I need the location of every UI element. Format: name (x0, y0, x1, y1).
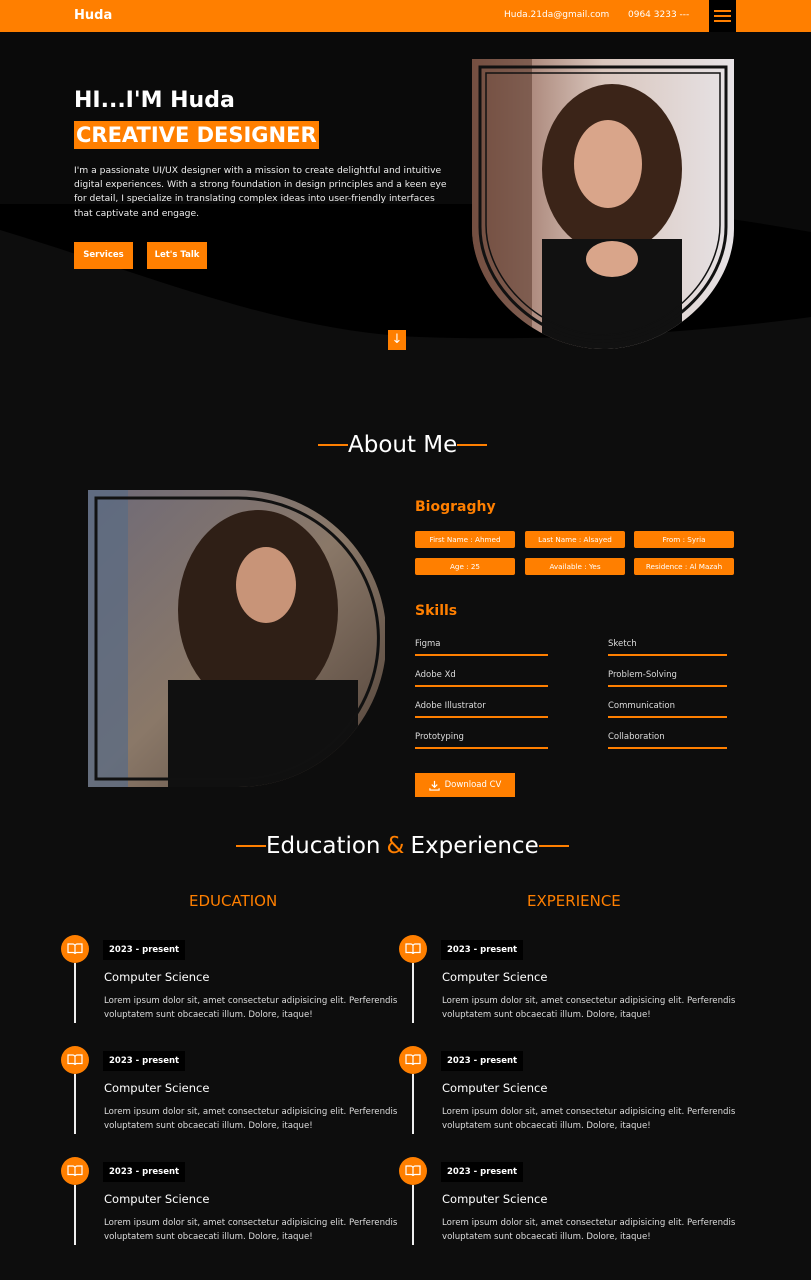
about-portrait-image (88, 490, 385, 787)
skill-label: Communication (608, 701, 675, 711)
timeline-title: Computer Science (104, 1192, 210, 1206)
bio-chip: From : Syria (634, 531, 734, 548)
bio-chip: Age : 25 (415, 558, 515, 575)
lets-talk-button[interactable]: Let's Talk (147, 242, 207, 269)
skill-label: Prototyping (415, 732, 464, 742)
skill-bar (415, 685, 548, 687)
skill-bar (608, 685, 727, 687)
resume-title-part2: Experience (410, 833, 539, 859)
hero-greeting: HI...I'M Huda (74, 88, 235, 113)
timeline-line (412, 1074, 414, 1134)
skill-bar (608, 716, 727, 718)
about-title-text: About Me (348, 432, 458, 458)
timeline-line (74, 963, 76, 1023)
book-icon (399, 935, 427, 963)
services-button[interactable]: Services (74, 242, 133, 269)
hero-portrait-image (472, 59, 734, 349)
education-heading: EDUCATION (189, 892, 278, 910)
timeline-date: 2023 - present (103, 1162, 186, 1182)
timeline-title: Computer Science (442, 1192, 548, 1206)
bio-chip: Last Name : Alsayed (525, 531, 625, 548)
book-icon (61, 935, 89, 963)
skill-bar (608, 747, 727, 749)
timeline-line (412, 963, 414, 1023)
book-icon (399, 1046, 427, 1074)
hero-role: CREATIVE DESIGNER (74, 121, 319, 149)
timeline-description: Lorem ipsum dolor sit, amet consectetur … (104, 1218, 398, 1242)
timeline-description: Lorem ipsum dolor sit, amet consectetur … (104, 996, 398, 1020)
timeline-date: 2023 - present (441, 1051, 524, 1071)
skill-bar (415, 747, 548, 749)
timeline-date: 2023 - present (103, 1051, 186, 1071)
nav-email[interactable]: Huda.21da@gmail.com (504, 10, 609, 20)
skill-label: Collaboration (608, 732, 665, 742)
biography-heading: Biograghy (415, 499, 496, 515)
hero-description: I'm a passionate UI/UX designer with a m… (74, 165, 447, 219)
skills-heading: Skills (415, 603, 458, 619)
resume-title-part1: Education (266, 833, 381, 859)
timeline-title: Computer Science (104, 970, 210, 984)
skill-label: Adobe Xd (415, 670, 456, 680)
timeline-description: Lorem ipsum dolor sit, amet consectetur … (442, 1218, 736, 1242)
skill-bar (608, 654, 727, 656)
resume-title-amp: & (386, 833, 405, 859)
timeline-line (412, 1185, 414, 1245)
book-icon (61, 1157, 89, 1185)
timeline-title: Computer Science (104, 1081, 210, 1095)
skill-bar (415, 654, 548, 656)
timeline-line (74, 1074, 76, 1134)
resume-section-title: Education & Experience (236, 833, 569, 859)
bio-chip: Available : Yes (525, 558, 625, 575)
top-nav (0, 0, 811, 32)
nav-phone[interactable]: 0964 3233 --- (628, 10, 689, 20)
skill-label: Adobe Illustrator (415, 701, 486, 711)
title-decor-line (236, 845, 266, 847)
logo[interactable]: Huda (74, 8, 112, 23)
title-decor-line (538, 845, 569, 847)
skill-label: Problem-Solving (608, 670, 677, 680)
skill-label: Figma (415, 639, 441, 649)
download-icon (428, 780, 440, 791)
about-section-title: About Me (318, 432, 488, 458)
timeline-line (74, 1185, 76, 1245)
timeline-description: Lorem ipsum dolor sit, amet consectetur … (104, 1107, 398, 1131)
skill-bar (415, 716, 548, 718)
timeline-description: Lorem ipsum dolor sit, amet consectetur … (442, 996, 736, 1020)
timeline-title: Computer Science (442, 970, 548, 984)
download-cv-label: Download CV (444, 780, 502, 790)
timeline-date: 2023 - present (441, 940, 524, 960)
download-cv-button[interactable]: Download CV (415, 773, 515, 797)
title-decor-line (457, 444, 488, 446)
bio-chip: Residence : Al Mazah (634, 558, 734, 575)
timeline-date: 2023 - present (441, 1162, 524, 1182)
timeline-description: Lorem ipsum dolor sit, amet consectetur … (442, 1107, 736, 1131)
hamburger-menu-icon[interactable] (709, 0, 736, 32)
skill-label: Sketch (608, 639, 637, 649)
book-icon (399, 1157, 427, 1185)
title-decor-line (318, 444, 348, 446)
experience-heading: EXPERIENCE (527, 892, 621, 910)
timeline-date: 2023 - present (103, 940, 186, 960)
timeline-title: Computer Science (442, 1081, 548, 1095)
bio-chip: First Name : Ahmed (415, 531, 515, 548)
arrow-down-icon[interactable]: ↓ (388, 330, 406, 350)
book-icon (61, 1046, 89, 1074)
